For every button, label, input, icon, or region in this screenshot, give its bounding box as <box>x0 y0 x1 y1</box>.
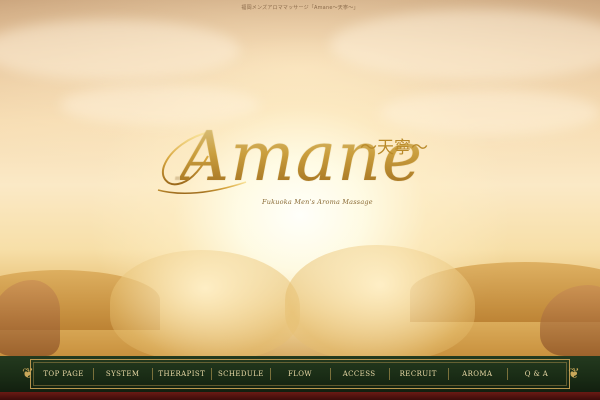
nav-item-aroma[interactable]: AROMA <box>447 359 507 389</box>
nav-item-access[interactable]: ACCESS <box>329 359 389 389</box>
nav-item-qa[interactable]: Q & A <box>506 359 566 389</box>
nav-item-therapist[interactable]: THERAPIST <box>152 359 211 389</box>
main-nav: ❦ ❦ TOP PAGE SYSTEM THERAPIST SCHEDULE F… <box>0 356 600 392</box>
nav-item-recruit[interactable]: RECRUIT <box>388 359 448 389</box>
nav-ornament-right-icon: ❦ <box>568 366 580 382</box>
nav-list: TOP PAGE SYSTEM THERAPIST SCHEDULE FLOW … <box>34 359 566 389</box>
bottom-bar <box>0 392 600 400</box>
logo-subtitle: Fukuoka Men's Aroma Massage <box>262 198 373 206</box>
nav-ornament-left-icon: ❦ <box>22 366 34 382</box>
nav-item-schedule[interactable]: SCHEDULE <box>211 359 270 389</box>
nav-item-flow[interactable]: FLOW <box>270 359 329 389</box>
logo-kanji: 〜天寧〜 <box>360 138 428 158</box>
nav-item-system[interactable]: SYSTEM <box>93 359 152 389</box>
logo[interactable]: Amane 〜天寧〜 Fukuoka Men's Aroma Massage <box>0 0 600 356</box>
nav-item-top-page[interactable]: TOP PAGE <box>34 359 93 389</box>
